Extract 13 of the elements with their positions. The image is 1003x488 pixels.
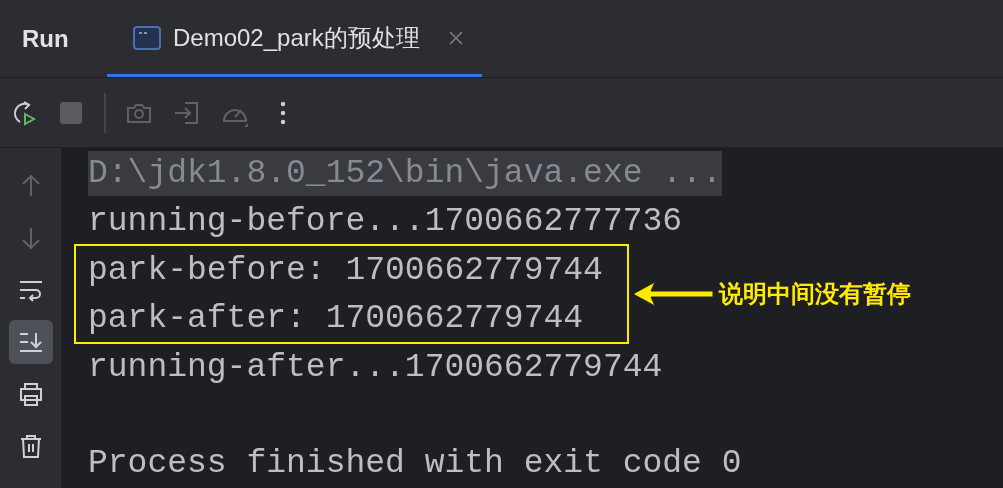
printer-icon: [17, 381, 44, 407]
console-icon: [133, 25, 161, 50]
console-output-line: park-before: 1700662779744: [88, 250, 603, 291]
annotation-text: 说明中间没有暂停: [718, 279, 911, 310]
arrow-icon: [630, 279, 715, 309]
console-output-line: Process finished with exit code 0: [88, 443, 742, 484]
console-output-line: running-after...1700662779744: [88, 347, 663, 388]
tool-window-title: Run: [22, 24, 69, 54]
console-output-line: park-after: 1700662779744: [88, 298, 584, 339]
scroll-to-end-button[interactable]: [8, 320, 53, 364]
console-output-line: running-before...1700662777736: [88, 201, 683, 242]
more-icon[interactable]: [279, 99, 287, 126]
close-icon[interactable]: [447, 29, 464, 46]
